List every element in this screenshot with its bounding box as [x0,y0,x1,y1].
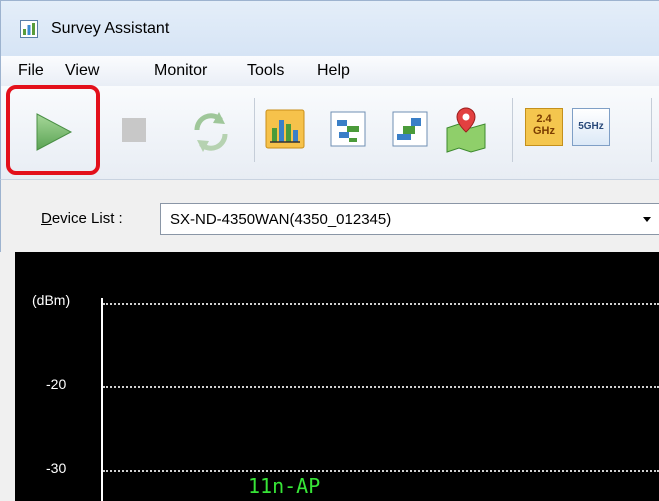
gridline [103,386,659,388]
toolbar-separator-2 [512,98,513,162]
band-5-label: 5GHz [578,121,604,132]
gridline-top [103,303,659,305]
menu-file-label: File [18,62,44,79]
channel-view-icon [330,111,366,147]
y-axis-label: (dBm) [32,292,71,308]
band-24-top: 2.4 [536,113,552,125]
device-list-row: Device List : SX-ND-4350WAN(4350_012345) [0,180,659,252]
refresh-icon [194,112,228,152]
chart-view-icon [265,109,305,149]
device-list-label: Device List : [41,210,123,227]
toolbar-separator-3 [651,98,652,162]
device-list-value: SX-ND-4350WAN(4350_012345) [170,211,392,228]
signal-chart: (dBm) -20 -30 11n-AP [15,252,659,501]
toolbar-separator [254,98,255,162]
app-icon [20,20,38,38]
series-label: 11n-AP [248,474,321,498]
chevron-down-icon [643,217,651,222]
menu-help[interactable]: Help [317,62,350,80]
menu-bar: File View Monitor Tools Help [0,56,659,86]
window-title: Survey Assistant [51,20,170,37]
title-bar: Survey Assistant [0,0,659,56]
device-list-select[interactable]: SX-ND-4350WAN(4350_012345) [160,203,659,235]
stop-icon [122,118,146,142]
y-tick-label: -20 [46,376,67,392]
history-view-icon [392,111,428,147]
band-24-bottom: GHz [533,125,555,137]
y-axis [101,298,103,501]
refresh-button[interactable] [189,104,233,160]
menu-tools[interactable]: Tools [247,62,284,80]
device-list-label-accel: D [41,210,52,227]
map-marker-icon [446,107,486,153]
y-tick-label: -30 [46,460,67,476]
band-24ghz-button[interactable]: 2.4 GHz [525,108,563,146]
menu-help-label: Help [317,62,350,79]
menu-tools-label: Tools [247,62,285,79]
view-chart-3-button[interactable] [389,104,433,160]
band-5ghz-button[interactable]: 5GHz [572,108,610,146]
menu-view-label: View [65,62,100,79]
device-list-label-rest: evice List : [51,210,123,227]
app-window: Survey Assistant File View Monitor Tools… [0,0,659,501]
view-chart-2-button[interactable] [327,104,371,160]
view-chart-1-button[interactable] [264,104,308,160]
menu-view[interactable]: View [65,62,99,80]
menu-monitor[interactable]: Monitor [154,62,207,80]
map-button[interactable] [445,104,489,160]
menu-monitor-label: Monitor [154,62,208,79]
highlight-annotation [6,85,100,175]
menu-file[interactable]: File [18,62,44,80]
gridline [103,470,659,472]
stop-button[interactable] [116,104,160,160]
